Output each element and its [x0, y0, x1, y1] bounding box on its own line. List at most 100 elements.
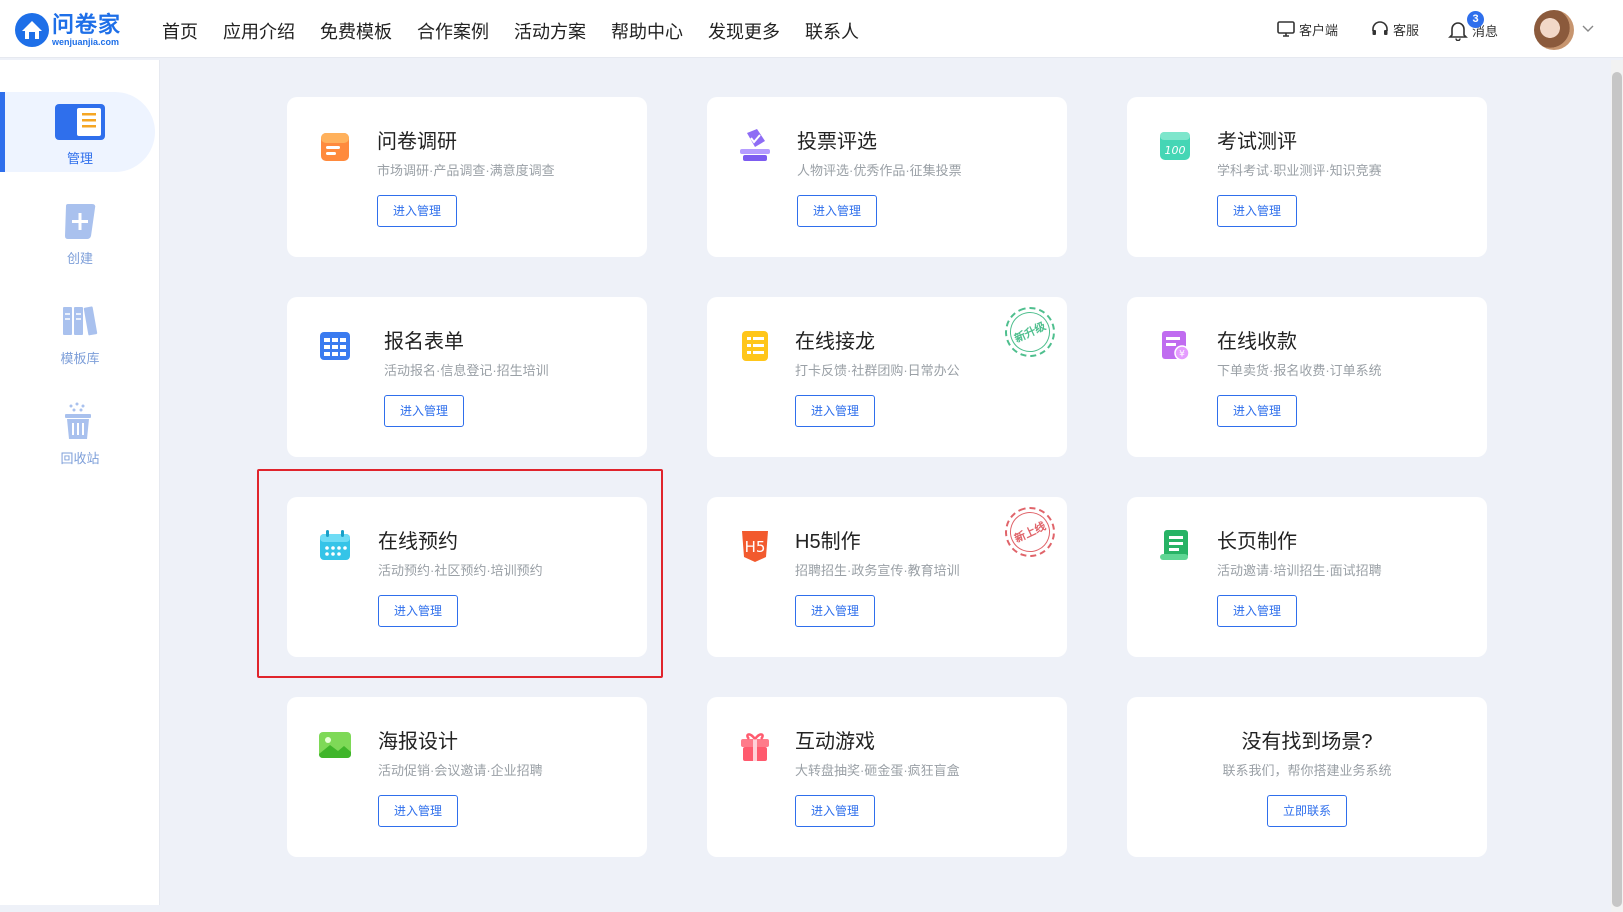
- card-title: 在线接龙: [795, 331, 875, 353]
- manage-icon: [55, 104, 105, 140]
- h5-icon: H5: [742, 531, 768, 562]
- enter-manage-button[interactable]: 进入管理: [1217, 395, 1297, 427]
- contact-now-button[interactable]: 立即联系: [1267, 795, 1347, 827]
- headset-icon: [1372, 21, 1388, 35]
- sidebar-item-label: 回收站: [60, 451, 100, 466]
- card-long-page: 长页制作 活动邀请·培训招生·面试招聘 进入管理: [1127, 497, 1487, 657]
- card-subtitle: 活动邀请·培训招生·面试招聘: [1217, 563, 1382, 578]
- card-title: 互动游戏: [795, 731, 875, 753]
- gift-icon: [741, 733, 769, 761]
- customer-service-button[interactable]: 客服: [1370, 19, 1419, 39]
- new-launch-stamp: 新上线: [996, 498, 1064, 566]
- logo-house-icon: [14, 12, 50, 48]
- vote-icon: [740, 129, 770, 161]
- card-subtitle: 大转盘抽奖·砸金蛋·疯狂盲盒: [795, 763, 960, 778]
- card-relay: 在线接龙 打卡反馈·社群团购·日常办公 进入管理 新升级: [707, 297, 1067, 457]
- card-vote: 投票评选 人物评选·优秀作品·征集投票 进入管理: [707, 97, 1067, 257]
- payment-icon: ¥: [1162, 331, 1190, 361]
- nav-contact[interactable]: 联系人: [805, 18, 859, 44]
- nav-activity-plans[interactable]: 活动方案: [514, 18, 586, 44]
- card-title: H5制作: [795, 531, 861, 553]
- sidebar-item-label: 创建: [66, 251, 93, 266]
- messages-button[interactable]: 3 消息: [1447, 11, 1498, 41]
- card-title: 考试测评: [1217, 131, 1297, 153]
- create-plus-icon: [65, 204, 96, 239]
- sidebar: 管理 创建 模板库 回收站: [0, 60, 160, 905]
- main-nav: 首页 应用介绍 免费模板 合作案例 活动方案 帮助中心 发现更多 联系人: [162, 18, 884, 44]
- enter-manage-button[interactable]: 进入管理: [1217, 595, 1297, 627]
- sidebar-item-label: 管理: [66, 151, 93, 166]
- enter-manage-button[interactable]: 进入管理: [797, 195, 877, 227]
- card-title: 长页制作: [1217, 531, 1297, 553]
- top-header: 问卷家 wenjuanjia.com 首页 应用介绍 免费模板 合作案例 活动方…: [0, 0, 1623, 58]
- nav-discover-more[interactable]: 发现更多: [708, 18, 780, 44]
- enter-manage-button[interactable]: 进入管理: [378, 795, 458, 827]
- card-contact-us: 没有找到场景? 联系我们，帮你搭建业务系统 立即联系: [1127, 697, 1487, 857]
- chevron-down-icon[interactable]: [1582, 25, 1594, 33]
- enter-manage-button[interactable]: 进入管理: [378, 595, 458, 627]
- books-icon: [63, 306, 98, 336]
- card-subtitle: 招聘招生·政务宣传·教育培训: [795, 563, 960, 578]
- card-interactive-game: 互动游戏 大转盘抽奖·砸金蛋·疯狂盲盒 进入管理: [707, 697, 1067, 857]
- nav-home[interactable]: 首页: [162, 18, 198, 44]
- card-title: 投票评选: [797, 131, 877, 153]
- enter-manage-button[interactable]: 进入管理: [795, 595, 875, 627]
- calendar-icon: [320, 530, 350, 560]
- card-title: 海报设计: [378, 731, 458, 753]
- relay-icon: [742, 331, 768, 361]
- enter-manage-button[interactable]: 进入管理: [1217, 195, 1297, 227]
- card-subtitle: 市场调研·产品调查·满意度调查: [377, 163, 555, 178]
- nav-free-templates[interactable]: 免费模板: [320, 18, 392, 44]
- sidebar-item-templates[interactable]: 模板库: [0, 292, 155, 372]
- card-title: 问卷调研: [377, 131, 457, 153]
- card-title: 报名表单: [384, 331, 464, 353]
- card-h5: H5 H5制作 招聘招生·政务宣传·教育培训 进入管理 新上线: [707, 497, 1067, 657]
- stamp-text: 新上线: [1012, 520, 1048, 546]
- card-appointment: 在线预约 活动预约·社区预约·培训预约 进入管理: [287, 497, 647, 657]
- poster-icon: [319, 732, 351, 758]
- logo[interactable]: 问卷家 wenjuanjia.com: [14, 12, 121, 48]
- nav-cases[interactable]: 合作案例: [417, 18, 489, 44]
- enter-manage-button[interactable]: 进入管理: [795, 395, 875, 427]
- upgraded-stamp: 新升级: [996, 298, 1064, 366]
- svg-text:100: 100: [1165, 144, 1186, 157]
- enter-manage-button[interactable]: 进入管理: [384, 395, 464, 427]
- logo-domain: wenjuanjia.com: [52, 36, 120, 47]
- card-survey: 问卷调研 市场调研·产品调查·满意度调查 进入管理: [287, 97, 647, 257]
- card-subtitle: 学科考试·职业测评·知识竞赛: [1217, 163, 1382, 178]
- logo-text: 问卷家: [52, 11, 122, 37]
- card-subtitle: 下单卖货·报名收费·订单系统: [1217, 363, 1382, 378]
- trash-bin-icon: [65, 402, 91, 439]
- card-title: 没有找到场景?: [1241, 731, 1373, 753]
- svg-text:¥: ¥: [1179, 350, 1185, 360]
- enter-manage-button[interactable]: 进入管理: [795, 795, 875, 827]
- svg-text:H5: H5: [745, 538, 766, 556]
- message-count-badge: 3: [1467, 11, 1484, 28]
- sidebar-item-label: 模板库: [60, 351, 100, 366]
- card-signup-form: 报名表单 活动报名·信息登记·招生培训 进入管理: [287, 297, 647, 457]
- card-payment: ¥ 在线收款 下单卖货·报名收费·订单系统 进入管理: [1127, 297, 1487, 457]
- card-exam: 100 考试测评 学科考试·职业测评·知识竞赛 进入管理: [1127, 97, 1487, 257]
- scrollbar-thumb[interactable]: [1612, 72, 1622, 907]
- client-download-button[interactable]: 客户端: [1276, 19, 1338, 39]
- card-subtitle: 打卡反馈·社群团购·日常办公: [795, 363, 960, 378]
- card-subtitle: 活动促销·会议邀请·企业招聘: [378, 763, 543, 778]
- longpage-icon: [1160, 530, 1188, 560]
- survey-icon: [321, 133, 349, 161]
- bell-icon: [1448, 22, 1468, 41]
- enter-manage-button[interactable]: 进入管理: [377, 195, 457, 227]
- card-subtitle: 活动报名·信息登记·招生培训: [384, 363, 549, 378]
- client-label: 客户端: [1299, 22, 1339, 38]
- sidebar-item-manage[interactable]: 管理: [0, 92, 155, 172]
- card-title: 在线预约: [378, 531, 458, 553]
- monitor-icon: [1277, 21, 1295, 37]
- sidebar-item-recycle-bin[interactable]: 回收站: [0, 392, 155, 472]
- sidebar-item-create[interactable]: 创建: [0, 192, 155, 272]
- card-title: 在线收款: [1217, 331, 1297, 353]
- nav-app-intro[interactable]: 应用介绍: [223, 18, 295, 44]
- card-subtitle: 人物评选·优秀作品·征集投票: [797, 163, 962, 178]
- user-avatar[interactable]: [1534, 10, 1574, 50]
- service-label: 客服: [1393, 22, 1420, 38]
- card-subtitle: 联系我们，帮你搭建业务系统: [1222, 763, 1392, 778]
- nav-help-center[interactable]: 帮助中心: [611, 18, 683, 44]
